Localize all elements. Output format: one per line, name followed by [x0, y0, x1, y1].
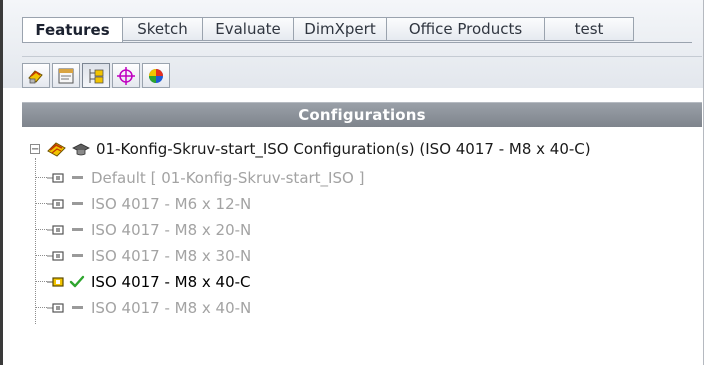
configuration-icon — [47, 171, 65, 185]
manager-tabs — [22, 63, 170, 88]
display-manager-icon — [149, 68, 163, 83]
inactive-indicator — [69, 306, 85, 309]
active-configuration-icon — [47, 275, 65, 289]
configuration-manager-button[interactable] — [82, 63, 110, 88]
configuration-icon — [47, 223, 65, 237]
feature-manager-panel: Features Sketch Evaluate DimXpert Office… — [3, 0, 704, 365]
part-icon — [46, 139, 68, 159]
tab-underline — [22, 42, 692, 43]
config-item-m6x12n[interactable]: ISO 4017 - M6 x 12-N — [47, 192, 251, 215]
config-item-default[interactable]: Default [ 01-Konfig-Skruv-start_ISO ] — [47, 166, 364, 189]
config-label: ISO 4017 - M8 x 40-N — [91, 298, 252, 317]
feature-manager-icon — [28, 69, 43, 83]
configuration-tree: − 01-Konfig-Skruv-start_ISO Configuratio… — [22, 133, 702, 343]
configuration-publisher-icon — [72, 141, 90, 157]
configuration-icon — [47, 249, 65, 263]
configurations-header: Configurations — [22, 102, 702, 127]
tab-evaluate[interactable]: Evaluate — [203, 17, 294, 41]
config-item-m8x30n[interactable]: ISO 4017 - M8 x 30-N — [47, 244, 251, 267]
config-item-m8x40c[interactable]: ISO 4017 - M8 x 40-C — [47, 270, 251, 293]
inactive-indicator — [69, 176, 85, 179]
tab-dimxpert[interactable]: DimXpert — [294, 17, 387, 41]
tab-office-products[interactable]: Office Products — [387, 17, 545, 41]
configuration-manager-icon — [89, 68, 104, 83]
config-label: ISO 4017 - M8 x 30-N — [91, 246, 252, 265]
configuration-icon — [47, 197, 65, 211]
config-item-m8x40n[interactable]: ISO 4017 - M8 x 40-N — [47, 296, 251, 319]
manager-separator — [22, 56, 702, 57]
inactive-indicator — [69, 254, 85, 257]
tree-branch — [36, 255, 47, 256]
dimxpert-manager-button[interactable] — [112, 63, 140, 88]
inactive-indicator — [69, 228, 85, 231]
root-label: 01-Konfig-Skruv-start_ISO Configuration(… — [96, 139, 591, 158]
active-config-label: ISO 4017 - M8 x 40-C — [91, 272, 251, 291]
tab-features[interactable]: Features — [22, 17, 123, 43]
command-tabs: Features Sketch Evaluate DimXpert Office… — [22, 17, 634, 43]
config-item-m8x20n[interactable]: ISO 4017 - M8 x 20-N — [47, 218, 251, 241]
configuration-icon — [47, 301, 65, 315]
property-manager-button[interactable] — [52, 63, 80, 88]
display-manager-button[interactable] — [142, 63, 170, 88]
tree-root[interactable]: − 01-Konfig-Skruv-start_ISO Configuratio… — [30, 137, 591, 160]
collapse-toggle[interactable]: − — [30, 143, 40, 154]
tree-connector — [35, 158, 36, 324]
dimxpert-manager-icon — [117, 66, 135, 85]
tab-test[interactable]: test — [545, 17, 634, 41]
tree-branch — [36, 307, 47, 308]
config-label: ISO 4017 - M6 x 12-N — [91, 194, 252, 213]
tab-sketch[interactable]: Sketch — [123, 17, 203, 41]
tree-branch — [36, 229, 47, 230]
tree-branch — [36, 177, 47, 178]
tree-branch — [36, 203, 47, 204]
check-icon — [69, 275, 85, 289]
config-label: ISO 4017 - M8 x 20-N — [91, 220, 252, 239]
inactive-indicator — [69, 202, 85, 205]
tree-branch — [36, 281, 47, 282]
feature-manager-button[interactable] — [22, 63, 50, 88]
property-manager-icon — [58, 68, 74, 83]
config-label: Default [ 01-Konfig-Skruv-start_ISO ] — [91, 168, 365, 187]
